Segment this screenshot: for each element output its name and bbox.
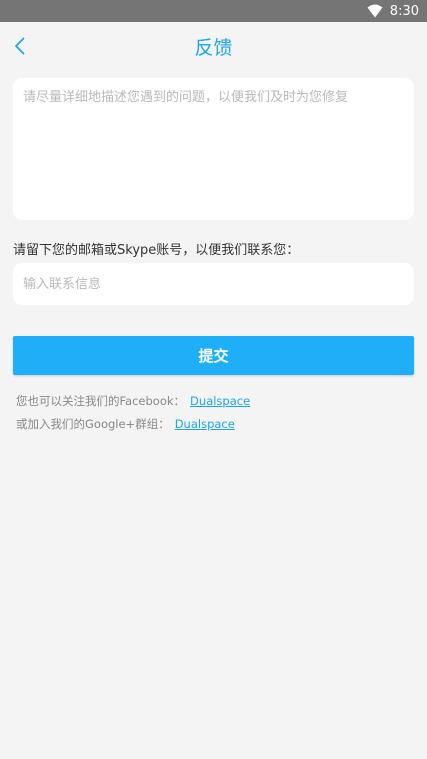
submit-button[interactable]: 提交	[13, 336, 414, 375]
facebook-text: 您也可以关注我们的Facebook：	[16, 394, 186, 408]
status-bar: 8:30	[0, 0, 427, 22]
contact-label: 请留下您的邮箱或Skype账号，以便我们联系您：	[13, 243, 300, 258]
app-bar: 反馈	[0, 22, 427, 70]
feedback-textarea[interactable]	[23, 88, 404, 208]
back-button[interactable]	[6, 32, 34, 60]
status-time: 8:30	[389, 3, 419, 19]
google-line: 或加入我们的Google+群组： Dualspace	[16, 416, 235, 432]
chevron-left-icon	[15, 37, 25, 55]
contact-input[interactable]	[23, 264, 404, 304]
facebook-link[interactable]: Dualspace	[190, 394, 250, 408]
facebook-line: 您也可以关注我们的Facebook： Dualspace	[16, 393, 250, 409]
wifi-icon	[367, 4, 383, 18]
google-text: 或加入我们的Google+群组：	[16, 417, 170, 431]
page-title: 反馈	[194, 36, 233, 59]
contact-card	[13, 263, 414, 305]
google-link[interactable]: Dualspace	[175, 417, 235, 431]
feedback-card	[13, 78, 414, 220]
